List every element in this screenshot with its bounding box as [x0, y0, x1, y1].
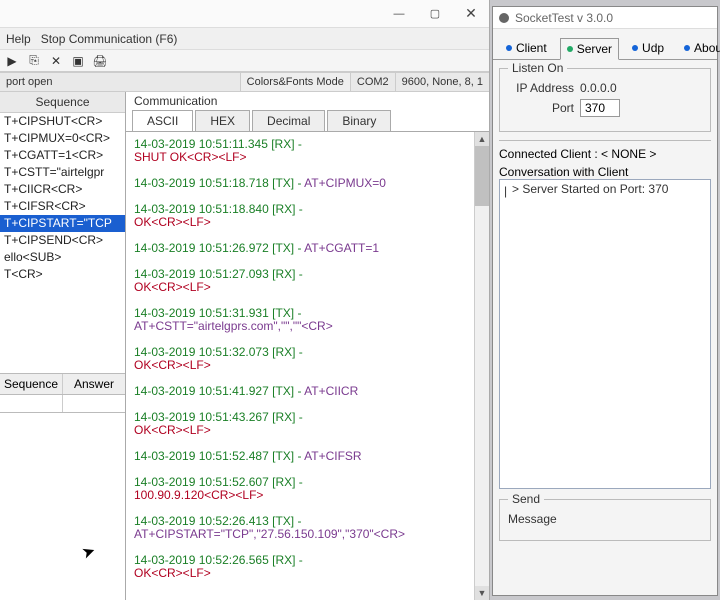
main-area: Sequence T+CIPSHUT<CR>T+CIPMUX=0<CR>T+CG…	[0, 92, 489, 600]
scrollbar[interactable]: ▲ ▼	[474, 132, 489, 600]
sequence-item[interactable]: T+CGATT=1<CR>	[0, 147, 125, 164]
ip-label: IP Address	[508, 81, 574, 95]
app-icon	[499, 13, 509, 23]
group-title: Listen On	[508, 61, 567, 75]
tool-icon[interactable]: ✕	[48, 53, 64, 69]
menu-stop-communication[interactable]: Stop Communication (F6)	[41, 32, 178, 46]
bullet-icon	[632, 45, 638, 51]
tab-hex[interactable]: HEX	[195, 110, 250, 131]
log-line: OK<CR><LF>	[134, 216, 481, 229]
port-input[interactable]: 370	[580, 99, 620, 117]
sequence-item[interactable]: T<CR>	[0, 266, 125, 283]
communication-pane: Communication ASCII HEX Decimal Binary 1…	[126, 92, 489, 600]
tab-server[interactable]: Server	[560, 38, 619, 60]
serial-terminal-window: — ▢ ✕ Help Stop Communication (F6) ▶ ⎘ ✕…	[0, 0, 490, 600]
log-line: 14-03-2019 10:51:52.487 [TX] - AT+CIFSR	[134, 450, 481, 463]
scroll-up-icon[interactable]: ▲	[475, 132, 489, 146]
log-line: OK<CR><LF>	[134, 359, 481, 372]
minimize-button[interactable]: —	[381, 0, 417, 28]
log-line: OK<CR><LF>	[134, 567, 481, 580]
conversation-label: Conversation with Client	[499, 165, 711, 179]
tool-icon[interactable]: ▶	[4, 53, 20, 69]
menu-help[interactable]: Help	[6, 32, 31, 46]
statusbar: port open Colors&Fonts Mode COM2 9600, N…	[0, 72, 489, 92]
status-com: COM2	[350, 73, 395, 91]
blank-area	[0, 413, 125, 600]
log-line: OK<CR><LF>	[134, 281, 481, 294]
tab-client[interactable]: Client	[499, 37, 554, 59]
sequence-item[interactable]: T+CIFSR<CR>	[0, 198, 125, 215]
tab-ascii[interactable]: ASCII	[132, 110, 193, 131]
send-group: Send Message	[499, 499, 711, 541]
connected-section: Connected Client : < NONE > Conversation…	[499, 140, 711, 489]
sockettest-titlebar[interactable]: SocketTest v 3.0.0	[493, 7, 717, 29]
format-tabs: ASCII HEX Decimal Binary	[126, 110, 489, 132]
scroll-down-icon[interactable]: ▼	[475, 586, 489, 600]
sequence-item[interactable]: T+CIPMUX=0<CR>	[0, 130, 125, 147]
tool-icon[interactable]: ▣	[70, 53, 86, 69]
log-line: OK<CR><LF>	[134, 424, 481, 437]
grid-header: Sequence Answer	[0, 373, 125, 395]
sequence-item[interactable]: T+CIICR<CR>	[0, 181, 125, 198]
connected-client-label: Connected Client : < NONE >	[499, 147, 711, 161]
status-port: port open	[0, 73, 240, 91]
log-line: 100.90.9.120<CR><LF>	[134, 489, 481, 502]
log-line: 14-03-2019 10:51:41.927 [TX] - AT+CIICR	[134, 385, 481, 398]
close-button[interactable]: ✕	[453, 0, 489, 28]
tab-udp[interactable]: Udp	[625, 37, 671, 59]
sequence-header: Sequence	[0, 92, 125, 113]
log-view[interactable]: 14-03-2019 10:51:11.345 [RX] - SHUT OK<C…	[126, 132, 489, 600]
toolbar: ▶ ⎘ ✕ ▣ 🖨	[0, 50, 489, 72]
log-line: SHUT OK<CR><LF>	[134, 151, 481, 164]
log-line: 14-03-2019 10:51:18.718 [TX] - AT+CIPMUX…	[134, 177, 481, 190]
tool-icon[interactable]: 🖨	[92, 53, 108, 69]
sequence-item[interactable]: T+CIPSTART="TCP	[0, 215, 125, 232]
tab-binary[interactable]: Binary	[327, 110, 391, 131]
message-label: Message	[508, 512, 564, 526]
group-title: Send	[508, 492, 544, 506]
bullet-icon	[567, 46, 573, 52]
sockettest-tabs: Client Server Udp About	[493, 29, 717, 60]
sequence-pane: Sequence T+CIPSHUT<CR>T+CIPMUX=0<CR>T+CG…	[0, 92, 126, 600]
port-label: Port	[508, 101, 574, 115]
menubar: Help Stop Communication (F6)	[0, 28, 489, 50]
status-settings: 9600, None, 8, 1	[395, 73, 489, 91]
status-colors-mode[interactable]: Colors&Fonts Mode	[240, 73, 350, 91]
col-sequence[interactable]: Sequence	[0, 374, 63, 394]
log-line: AT+CIPSTART="TCP","27.56.150.109","370"<…	[134, 528, 481, 541]
sequence-item[interactable]: T+CIPSEND<CR>	[0, 232, 125, 249]
server-log-line: > Server Started on Port: 370	[512, 182, 668, 196]
titlebar: — ▢ ✕	[0, 0, 489, 28]
scroll-thumb[interactable]	[475, 146, 489, 206]
conversation-box[interactable]: | > Server Started on Port: 370	[499, 179, 711, 489]
sequence-item[interactable]: T+CSTT="airtelgpr	[0, 164, 125, 181]
sockettest-window: SocketTest v 3.0.0 Client Server Udp Abo…	[492, 6, 718, 596]
communication-label: Communication	[126, 92, 489, 108]
tab-about[interactable]: About	[677, 37, 720, 59]
sequence-item[interactable]: T+CIPSHUT<CR>	[0, 113, 125, 130]
bullet-icon	[506, 45, 512, 51]
log-line: AT+CSTT="airtelgprs.com","",""<CR>	[134, 320, 481, 333]
bullet-icon	[684, 45, 690, 51]
listen-group: Listen On IP Address 0.0.0.0 Port 370	[499, 68, 711, 132]
grid-row[interactable]	[0, 395, 125, 413]
sequence-list[interactable]: T+CIPSHUT<CR>T+CIPMUX=0<CR>T+CGATT=1<CR>…	[0, 113, 125, 373]
tool-icon[interactable]: ⎘	[26, 53, 42, 69]
ip-value: 0.0.0.0	[580, 81, 617, 95]
sequence-item[interactable]: ello<SUB>	[0, 249, 125, 266]
maximize-button[interactable]: ▢	[417, 0, 453, 28]
tab-decimal[interactable]: Decimal	[252, 110, 325, 131]
log-line: 14-03-2019 10:51:26.972 [TX] - AT+CGATT=…	[134, 242, 481, 255]
col-answer[interactable]: Answer	[63, 374, 125, 394]
window-title: SocketTest v 3.0.0	[515, 11, 613, 25]
